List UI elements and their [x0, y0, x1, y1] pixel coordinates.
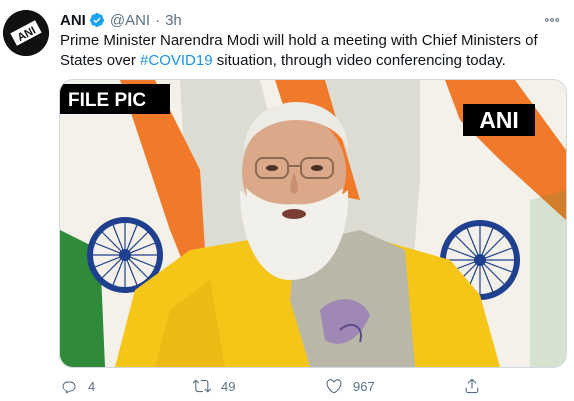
like-count: 967 — [353, 378, 375, 394]
share-button[interactable] — [463, 374, 481, 398]
separator-dot: · — [155, 11, 161, 29]
like-button[interactable]: 967 — [325, 374, 375, 398]
retweet-icon — [193, 379, 211, 393]
avatar[interactable]: ANI — [3, 10, 49, 56]
badge-file-pic-text: FILE PIC — [68, 90, 146, 111]
reply-count: 4 — [88, 378, 96, 394]
tweet-text-part2: situation, through video conferencing to… — [212, 52, 506, 69]
more-icon[interactable] — [540, 10, 564, 30]
tweet-header: ANI @ANI · 3h — [60, 10, 574, 30]
tweet-time[interactable]: 3h — [165, 12, 182, 29]
verified-icon — [89, 12, 105, 28]
hashtag-link[interactable]: #COVID19 — [140, 52, 213, 69]
author-name[interactable]: ANI — [60, 12, 86, 29]
retweet-count: 49 — [221, 378, 236, 394]
tweet-media[interactable]: FILE PIC ANI — [59, 79, 567, 368]
tweet-text: Prime Minister Narendra Modi will hold a… — [60, 31, 565, 71]
share-icon — [465, 378, 479, 394]
media-image: FILE PIC ANI — [60, 80, 566, 367]
ani-logo-icon: ANI — [3, 10, 49, 56]
retweet-button[interactable]: 49 — [193, 374, 235, 398]
reply-button[interactable]: 4 — [60, 374, 95, 398]
author-handle[interactable]: @ANI — [110, 12, 150, 29]
tweet-actions: 4 49 967 — [0, 374, 574, 398]
reply-icon — [62, 381, 76, 394]
like-icon — [326, 379, 342, 394]
badge-ani-text: ANI — [479, 107, 519, 133]
